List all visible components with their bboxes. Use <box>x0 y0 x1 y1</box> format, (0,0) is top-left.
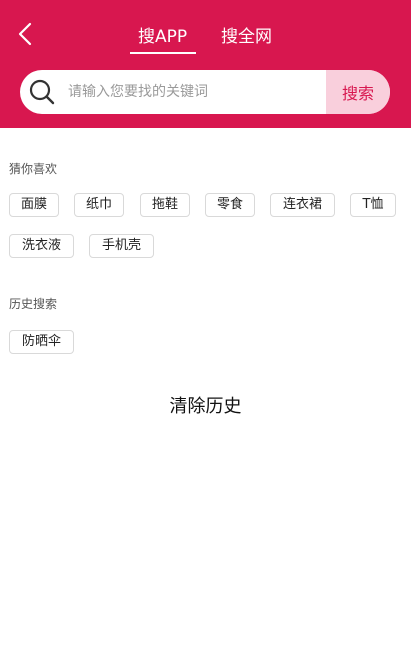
tab-search-web[interactable]: 搜全网 <box>221 22 272 47</box>
recommend-chip[interactable]: 面膜 <box>9 193 59 217</box>
tab-search-app[interactable]: 搜APP <box>138 22 187 47</box>
history-section-title: 历史搜索 <box>9 297 58 311</box>
search-button[interactable]: 搜索 <box>326 70 390 114</box>
back-arrow-icon <box>18 22 32 46</box>
recommend-chip[interactable]: 拖鞋 <box>140 193 190 217</box>
recommend-section-title: 猜你喜欢 <box>9 162 58 176</box>
header-bar: 搜APP 搜全网 搜索 <box>0 0 411 128</box>
recommend-chip[interactable]: T恤 <box>350 193 396 217</box>
recommend-chip[interactable]: 纸巾 <box>74 193 124 217</box>
search-icon <box>29 79 55 105</box>
active-tab-indicator <box>130 52 196 54</box>
back-button[interactable] <box>12 20 38 48</box>
search-input[interactable] <box>68 70 324 114</box>
search-bar: 搜索 <box>20 70 390 114</box>
recommend-chip[interactable]: 洗衣液 <box>9 234 74 258</box>
clear-history-button[interactable]: 清除历史 <box>0 392 411 418</box>
recommend-chip[interactable]: 手机壳 <box>89 234 154 258</box>
history-chip[interactable]: 防晒伞 <box>9 330 74 354</box>
recommend-chip[interactable]: 零食 <box>205 193 255 217</box>
recommend-chip[interactable]: 连衣裙 <box>270 193 335 217</box>
